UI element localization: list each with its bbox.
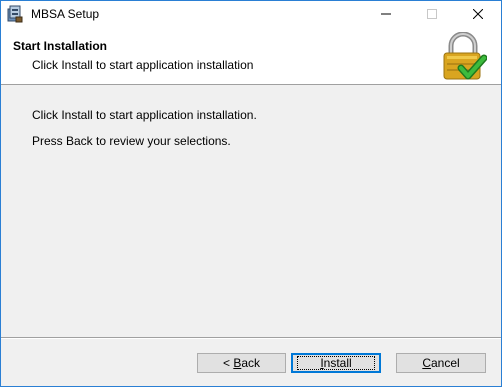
cancel-label: ancel — [430, 356, 460, 370]
title-bar[interactable]: MBSA Setup — [1, 1, 501, 29]
install-label: nstall — [323, 356, 352, 370]
chevron-left-icon: < — [222, 356, 234, 370]
close-button[interactable] — [455, 1, 501, 29]
maximize-button[interactable] — [409, 1, 455, 29]
minimize-button[interactable] — [363, 1, 409, 29]
install-button[interactable]: Install — [291, 353, 381, 373]
padlock-checkmark-icon — [439, 31, 488, 82]
footer-divider — [1, 337, 501, 339]
review-text: Press Back to review your selections. — [32, 134, 231, 148]
install-focus-rect: Install — [297, 356, 375, 370]
instruction-text: Click Install to start application insta… — [32, 108, 257, 122]
setup-window: MBSA Setup Start Installation Click Inst… — [0, 0, 502, 387]
back-button[interactable]: < Back — [197, 353, 286, 373]
back-label: ack — [241, 356, 261, 370]
back-access-key: B — [233, 356, 242, 370]
cancel-access-key: C — [422, 356, 431, 370]
cancel-button[interactable]: Cancel — [396, 353, 486, 373]
maximize-icon — [427, 8, 437, 22]
minimize-icon — [381, 8, 391, 22]
page-subtitle: Click Install to start application insta… — [32, 58, 254, 72]
setup-package-icon — [7, 5, 23, 23]
window-title: MBSA Setup — [31, 7, 100, 21]
page-title: Start Installation — [13, 39, 108, 53]
close-icon — [472, 8, 484, 22]
header-panel: Start Installation Click Install to star… — [1, 29, 501, 85]
